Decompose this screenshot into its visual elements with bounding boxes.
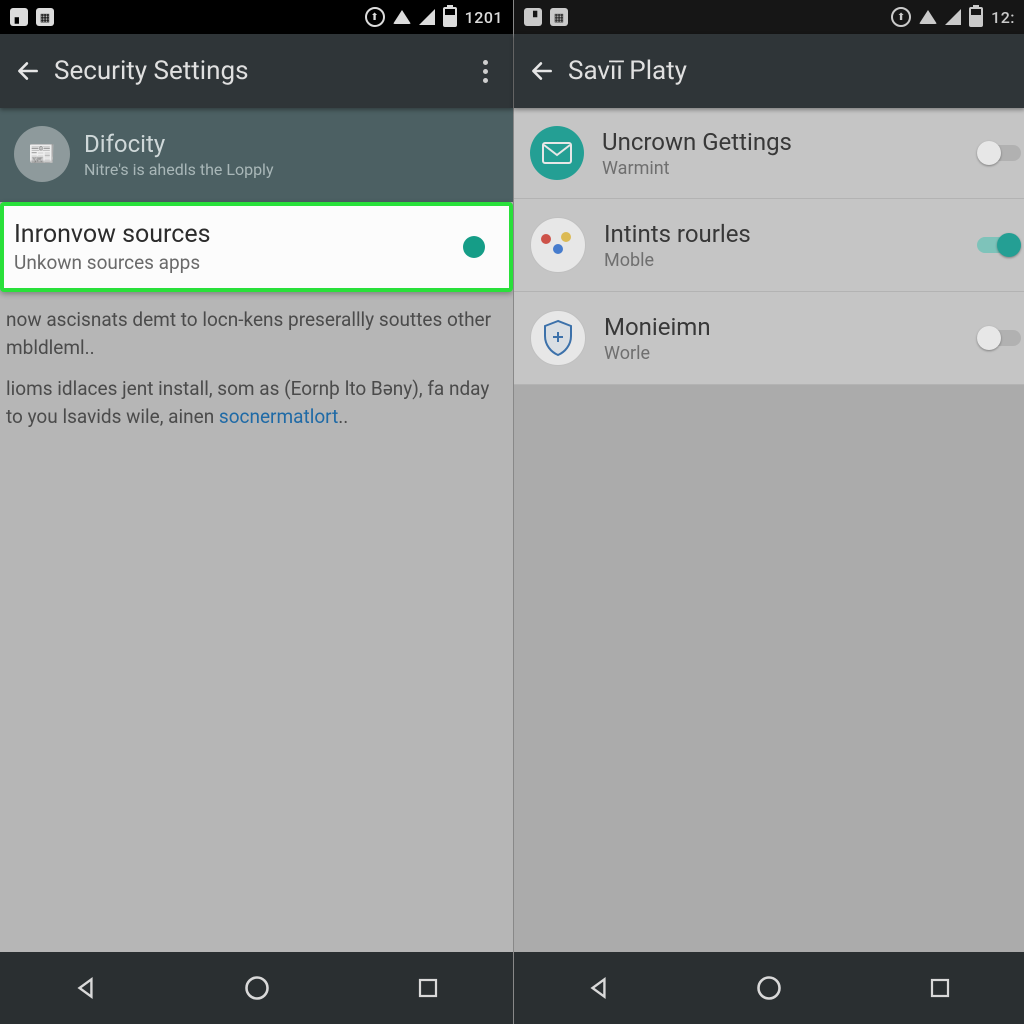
description-paragraph-1: now ascisnats demt to locn-kens preseral… — [0, 292, 513, 361]
status-clock: 1201 — [465, 8, 503, 27]
row-subtitle: Unkown sources apps — [14, 251, 449, 274]
cast-icon: ⬆ — [891, 7, 911, 27]
nav-bar — [514, 952, 1024, 1024]
battery-icon — [443, 7, 457, 27]
notification-icon: ▖ — [10, 8, 28, 26]
section-difocity[interactable]: 📰 Difocity Nitre's is ahedls the Lopply — [0, 108, 513, 202]
row-title: Monieimn — [604, 313, 1009, 341]
settings-body: 📰 Difocity Nitre's is ahedls the Lopply … — [0, 108, 513, 430]
toggle-switch[interactable] — [977, 233, 1021, 257]
para2-text-b: .. — [338, 405, 348, 428]
row-uncrown-gettings[interactable]: Uncrown Gettings Warmint — [514, 108, 1024, 199]
row-intints-rourles[interactable]: Intints rourles Moble — [514, 199, 1024, 292]
arrow-back-icon — [15, 58, 41, 84]
nav-back-button[interactable] — [66, 968, 106, 1008]
learn-more-link[interactable]: socnermatlort — [219, 405, 338, 428]
triangle-back-icon — [73, 975, 99, 1001]
cell-signal-icon — [945, 9, 961, 25]
back-button[interactable] — [522, 51, 562, 91]
back-button[interactable] — [8, 51, 48, 91]
mail-icon — [530, 126, 584, 180]
apps-icon — [530, 217, 586, 273]
cell-signal-icon — [419, 9, 435, 25]
unknown-sources-row[interactable]: Inronvow sources Unkown sources apps — [0, 202, 513, 292]
row-monieimn[interactable]: Monieimn Worle — [514, 292, 1024, 385]
nav-recents-button[interactable] — [408, 968, 448, 1008]
newspaper-icon: 📰 — [14, 126, 70, 182]
circle-home-icon — [243, 974, 271, 1002]
calendar-icon: ▦ — [550, 8, 568, 26]
section-subtitle: Nitre's is ahedls the Lopply — [84, 160, 274, 179]
row-title: Inronvow sources — [14, 220, 449, 249]
cast-icon: ⬆ — [365, 7, 385, 27]
status-right: ⬆ 1201 — [365, 7, 503, 27]
circle-home-icon — [755, 974, 783, 1002]
square-recents-icon — [928, 976, 952, 1000]
section-title: Difocity — [84, 130, 274, 158]
arrow-back-icon — [529, 58, 555, 84]
triangle-back-icon — [586, 975, 612, 1001]
status-left: ▝ ▦ — [524, 8, 568, 26]
row-title: Intints rourles — [604, 220, 1009, 248]
status-clock: 12: — [991, 8, 1015, 27]
wifi-icon — [919, 10, 937, 24]
description-paragraph-2: lioms idlaces jent install, som as (Eorn… — [0, 361, 513, 430]
status-bar: ▝ ▦ ⬆ 12: — [514, 0, 1024, 34]
toggle-switch[interactable] — [977, 326, 1021, 350]
page-title: Savīī Platy — [562, 56, 1017, 86]
app-bar: Savīī Platy — [514, 34, 1024, 108]
calendar-icon: ▦ — [36, 8, 54, 26]
phone-right: ▝ ▦ ⬆ 12: Savīī Platy — [513, 0, 1024, 1024]
status-left: ▖ ▦ — [10, 8, 54, 26]
row-subtitle: Warmint — [602, 158, 1009, 179]
wifi-icon — [393, 10, 411, 24]
row-title: Uncrown Gettings — [602, 128, 1009, 156]
nav-recents-button[interactable] — [920, 968, 960, 1008]
nav-home-button[interactable] — [749, 968, 789, 1008]
nav-back-button[interactable] — [579, 968, 619, 1008]
settings-body: Uncrown Gettings Warmint Intints rourles… — [514, 108, 1024, 385]
battery-icon — [969, 7, 983, 27]
row-subtitle: Worle — [604, 343, 1009, 364]
row-subtitle: Moble — [604, 250, 1009, 271]
square-recents-icon — [416, 976, 440, 1000]
phone-left: ▖ ▦ ⬆ 1201 Security Settings — [0, 0, 513, 1024]
toggle-switch[interactable] — [977, 141, 1021, 165]
overflow-menu-button[interactable] — [465, 60, 505, 83]
notification-icon: ▝ — [524, 8, 542, 26]
status-right: ⬆ 12: — [891, 7, 1015, 27]
shield-icon — [530, 310, 586, 366]
page-title: Security Settings — [48, 56, 465, 86]
nav-bar — [0, 952, 513, 1024]
toggle-indicator-icon[interactable] — [463, 236, 485, 258]
status-bar: ▖ ▦ ⬆ 1201 — [0, 0, 513, 34]
app-bar: Security Settings — [0, 34, 513, 108]
nav-home-button[interactable] — [237, 968, 277, 1008]
